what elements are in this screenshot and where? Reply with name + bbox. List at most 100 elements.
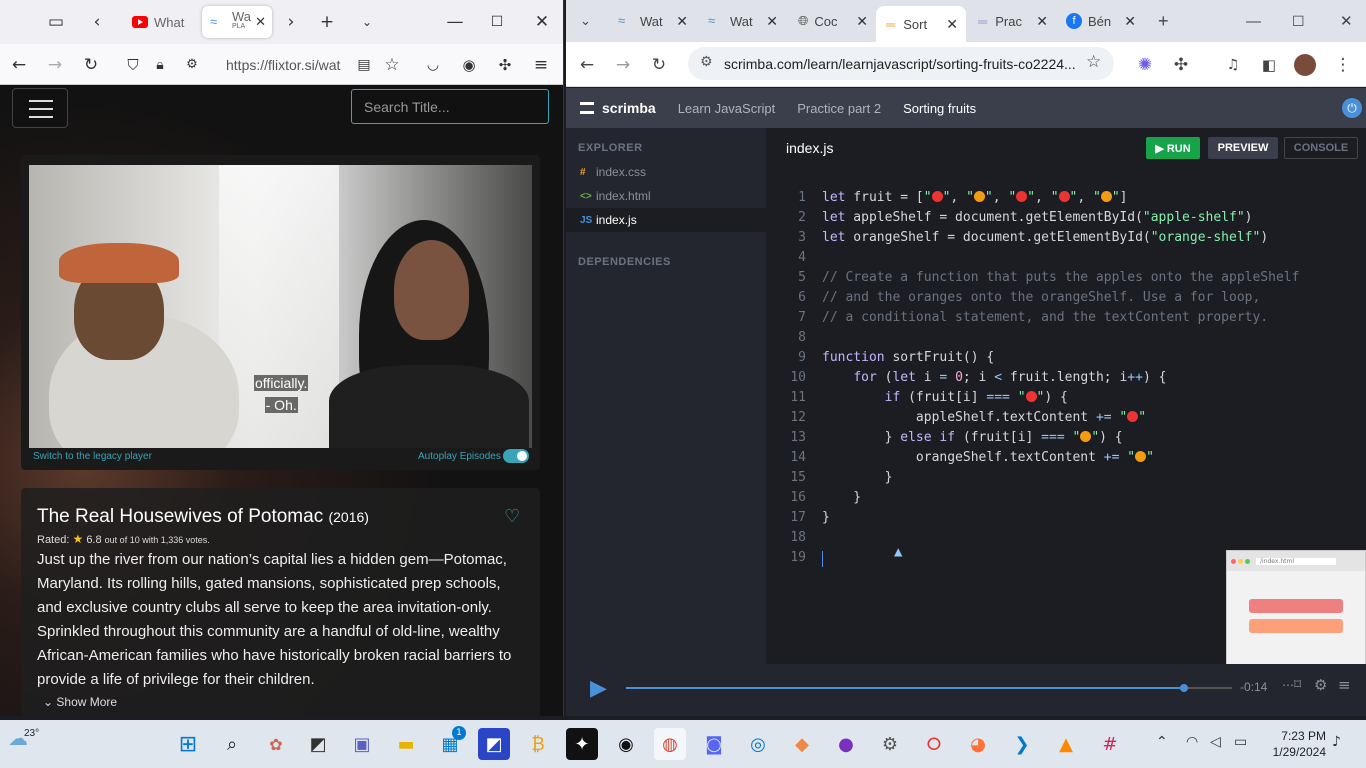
- hamburger-menu-button[interactable]: [12, 88, 68, 128]
- profile-avatar[interactable]: [1288, 42, 1322, 87]
- code-line[interactable]: } else if (fruit[i] === " ") {: [822, 428, 1123, 448]
- chrome-tab[interactable]: ≈ Wat ✕: [608, 6, 696, 36]
- file-index-html[interactable]: <> index.html: [566, 184, 766, 208]
- video-player[interactable]: officially. - Oh. Switch to the legacy p…: [21, 155, 540, 470]
- reload-icon[interactable]: ↻: [74, 44, 108, 85]
- more-icon[interactable]: ⋯: [1282, 678, 1294, 692]
- permissions-icon[interactable]: ⚙: [175, 44, 209, 85]
- legacy-player-link[interactable]: Switch to the legacy player: [33, 451, 152, 462]
- tab-overview-icon[interactable]: ▭: [39, 0, 73, 44]
- dependencies-heading[interactable]: DEPENDENCIES: [578, 256, 671, 268]
- progress-knob[interactable]: [1179, 684, 1188, 692]
- minimize-icon[interactable]: —: [438, 0, 472, 44]
- close-window-icon[interactable]: ✕: [1330, 6, 1363, 36]
- bookmark-icon[interactable]: ⌑: [1294, 677, 1301, 693]
- code-line[interactable]: }: [822, 508, 830, 528]
- clock[interactable]: 7:23 PM 1/29/2024: [1262, 728, 1326, 760]
- battery-icon[interactable]: ▭: [1234, 734, 1247, 750]
- power-icon[interactable]: ⏻: [1342, 98, 1362, 118]
- tab-scroll-left-icon[interactable]: ‹: [80, 0, 114, 44]
- code-line[interactable]: if (fruit[i] === " ") {: [822, 388, 1068, 408]
- chrome-url-field[interactable]: scrimba.com/learn/learnjavascript/sortin…: [688, 47, 1114, 80]
- forward-icon[interactable]: →: [38, 44, 72, 85]
- code-line[interactable]: let orangeShelf = document.getElementByI…: [822, 228, 1268, 248]
- wifi-icon[interactable]: ◠: [1186, 734, 1198, 750]
- code-line[interactable]: for (let i = 0; i < fruit.length; i++) {: [822, 368, 1166, 388]
- opera-icon[interactable]: ⭘: [918, 728, 950, 760]
- scrimba-coin-icon[interactable]: ₿: [522, 728, 554, 760]
- preview-button[interactable]: PREVIEW: [1208, 137, 1278, 159]
- reload-icon[interactable]: ↻: [642, 42, 676, 87]
- lock-icon[interactable]: 🔒︎: [143, 44, 177, 85]
- chrome-tab[interactable]: 🌐︎ Coc ✕: [788, 6, 876, 36]
- code-line[interactable]: }: [822, 468, 893, 488]
- close-tab-icon[interactable]: ✕: [766, 13, 778, 30]
- chrome-menu-icon[interactable]: ⋮: [1326, 42, 1360, 87]
- settings-gear-icon[interactable]: ⚙: [1314, 676, 1327, 694]
- file-index-js[interactable]: JS index.js: [566, 208, 766, 232]
- chrome-tab[interactable]: ≈ Wat ✕: [698, 6, 786, 36]
- back-icon[interactable]: ←: [2, 44, 36, 85]
- notifications-bell-icon[interactable]: ♪: [1332, 734, 1341, 750]
- maximize-icon[interactable]: ☐: [1282, 6, 1315, 36]
- breadcrumb-course[interactable]: Learn JavaScript: [678, 101, 776, 116]
- code-line[interactable]: let fruit = [" ", " ", " ", " ", " "]: [822, 188, 1128, 208]
- search-title-input[interactable]: Search Title...: [351, 89, 549, 124]
- volume-icon[interactable]: ◁: [1210, 734, 1221, 750]
- code-line[interactable]: // Create a function that puts the apple…: [822, 268, 1299, 288]
- list-tabs-icon[interactable]: ⌄: [350, 0, 384, 44]
- progress-track[interactable]: [626, 684, 1232, 692]
- figma-icon[interactable]: ✦: [566, 728, 598, 760]
- code-line[interactable]: // and the oranges onto the orangeShelf.…: [822, 288, 1260, 308]
- chrome-tab[interactable]: ═ Prac ✕: [968, 6, 1056, 36]
- pocket-icon[interactable]: ◡: [416, 44, 450, 85]
- bookmark-star-icon[interactable]: ☆: [1086, 52, 1101, 72]
- console-button[interactable]: CONSOLE: [1284, 137, 1358, 159]
- account-icon[interactable]: ◉: [452, 44, 486, 85]
- copilot-icon[interactable]: ✿: [260, 728, 292, 760]
- close-tab-icon[interactable]: ✕: [856, 13, 868, 30]
- close-tab-icon[interactable]: ✕: [255, 14, 266, 30]
- new-tab-icon[interactable]: +: [310, 0, 344, 44]
- firefox-tab-active[interactable]: ≈ Wa PLA ✕: [202, 6, 272, 38]
- chrome-icon[interactable]: ◍: [654, 728, 686, 760]
- code-line[interactable]: let appleShelf = document.getElementById…: [822, 208, 1252, 228]
- chevron-up-icon[interactable]: ⌃: [1156, 734, 1168, 750]
- side-panel-icon[interactable]: ◧: [1252, 42, 1286, 87]
- extension-icon[interactable]: ✺: [1128, 42, 1162, 87]
- close-window-icon[interactable]: ✕: [525, 0, 559, 44]
- github-icon[interactable]: ◉: [610, 728, 642, 760]
- vlc-icon[interactable]: ▲: [1050, 728, 1082, 760]
- close-tab-icon[interactable]: ✕: [676, 13, 688, 30]
- mini-preview-window[interactable]: /index.html: [1226, 550, 1366, 670]
- code-line[interactable]: function sortFruit() {: [822, 348, 994, 368]
- code-line[interactable]: orangeShelf.textContent += " ": [822, 448, 1154, 468]
- menu-icon[interactable]: ≡: [524, 44, 558, 85]
- slack-icon[interactable]: #: [1094, 728, 1126, 760]
- site-info-icon[interactable]: ⚙: [700, 54, 713, 70]
- git-icon[interactable]: ◆: [786, 728, 818, 760]
- scrimba-logo[interactable]: scrimba: [580, 100, 656, 116]
- code-line[interactable]: appleShelf.textContent += " ": [822, 408, 1146, 428]
- bookmark-star-icon[interactable]: ☆: [375, 44, 409, 85]
- tab-search-icon[interactable]: ⌄: [570, 6, 604, 36]
- vscode-icon[interactable]: ❯: [1006, 728, 1038, 760]
- chrome-tab-active[interactable]: ═ Sort ✕: [876, 6, 966, 42]
- discord-icon[interactable]: ◙: [698, 728, 730, 760]
- run-button[interactable]: ▶ RUN: [1146, 137, 1200, 159]
- menu-icon[interactable]: ≡: [1338, 676, 1351, 694]
- show-more-button[interactable]: ⌄ Show More: [43, 695, 117, 709]
- close-tab-icon[interactable]: ✕: [1036, 13, 1048, 30]
- new-tab-icon[interactable]: +: [1148, 6, 1179, 36]
- media-icon[interactable]: ♫: [1216, 42, 1250, 87]
- file-index-css[interactable]: # index.css: [566, 160, 766, 184]
- extensions-icon[interactable]: ✣: [488, 44, 522, 85]
- meet-icon[interactable]: ▣: [346, 728, 378, 760]
- back-icon[interactable]: ←: [570, 42, 604, 87]
- extensions-icon[interactable]: ✣: [1164, 42, 1198, 87]
- close-tab-icon[interactable]: ✕: [946, 16, 958, 33]
- code-line[interactable]: }: [822, 488, 861, 508]
- search-icon[interactable]: ⌕: [216, 728, 248, 760]
- autoplay-toggle[interactable]: [503, 449, 529, 463]
- start-icon[interactable]: ⊞: [172, 728, 204, 760]
